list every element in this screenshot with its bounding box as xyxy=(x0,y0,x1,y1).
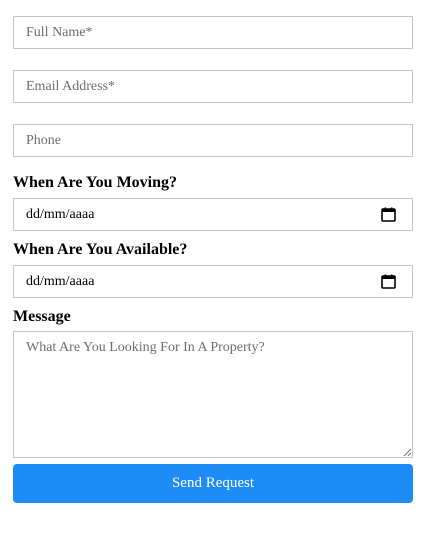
phone-input[interactable] xyxy=(13,124,413,157)
moving-date-label: When Are You Moving? xyxy=(13,174,178,191)
moving-date-input[interactable]: dd/mm/aaaa xyxy=(13,198,413,231)
message-textarea[interactable] xyxy=(13,331,413,458)
calendar-icon[interactable] xyxy=(381,207,396,222)
calendar-icon[interactable] xyxy=(381,274,396,289)
full-name-input[interactable] xyxy=(13,16,413,49)
resize-handle-icon[interactable] xyxy=(403,448,411,456)
available-date-label: When Are You Available? xyxy=(13,241,188,258)
message-field-wrap xyxy=(13,331,413,458)
moving-date-text: dd/mm/aaaa xyxy=(26,207,95,222)
contact-form: When Are You Moving? dd/mm/aaaa When Are… xyxy=(13,16,413,503)
email-input[interactable] xyxy=(13,70,413,103)
message-label: Message xyxy=(13,308,71,325)
send-request-button[interactable]: Send Request xyxy=(13,464,413,503)
available-date-text: dd/mm/aaaa xyxy=(26,274,95,289)
available-date-input[interactable]: dd/mm/aaaa xyxy=(13,265,413,298)
